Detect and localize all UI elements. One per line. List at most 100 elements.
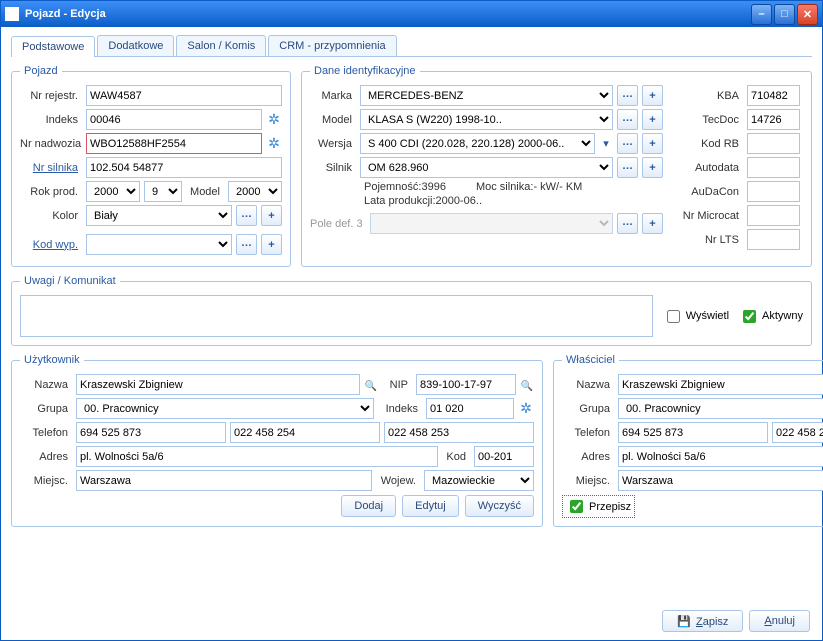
model-label: Model bbox=[310, 114, 356, 126]
marka-select[interactable]: MERCEDES-BENZ bbox=[360, 85, 613, 106]
minimize-button[interactable]: – bbox=[751, 4, 772, 25]
kolor-lookup-button[interactable] bbox=[236, 205, 257, 226]
zapisz-button[interactable]: 💾 Zapisz bbox=[662, 610, 743, 632]
save-icon: 💾 bbox=[677, 616, 691, 628]
nr-silnika-input[interactable] bbox=[86, 157, 282, 178]
user-grupa-select[interactable]: 00. Pracownicy bbox=[76, 398, 374, 419]
user-tel3-input[interactable] bbox=[384, 422, 534, 443]
marka-lookup-button[interactable] bbox=[617, 85, 638, 106]
owner-tel1-input[interactable] bbox=[618, 422, 768, 443]
audacon-input[interactable] bbox=[747, 181, 800, 202]
kolor-label: Kolor bbox=[20, 210, 82, 222]
owner-adres-label: Adres bbox=[562, 451, 614, 463]
owner-tel2-input[interactable] bbox=[772, 422, 823, 443]
pojemnosc-value: 3996 bbox=[421, 181, 445, 193]
tecdoc-input[interactable] bbox=[747, 109, 800, 130]
pojazd-group: Pojazd Nr rejestr. Indeks Nr nadwozia Nr… bbox=[11, 65, 291, 267]
user-adres-input[interactable] bbox=[76, 446, 438, 467]
user-kod-input[interactable] bbox=[474, 446, 534, 467]
tab-podstawowe[interactable]: Podstawowe bbox=[11, 36, 95, 57]
kodrb-input[interactable] bbox=[747, 133, 800, 154]
wersja-dropdown-icon[interactable]: ▾ bbox=[599, 137, 613, 150]
kolor-add-button[interactable] bbox=[261, 205, 282, 226]
nr-rejestr-input[interactable] bbox=[86, 85, 282, 106]
gear-icon[interactable] bbox=[518, 401, 534, 417]
tecdoc-label: TecDoc bbox=[671, 114, 743, 126]
user-edytuj-button[interactable]: Edytuj bbox=[402, 495, 459, 517]
model-add-button[interactable] bbox=[642, 109, 663, 130]
kodrb-label: Kod RB bbox=[671, 138, 743, 150]
user-tel2-input[interactable] bbox=[230, 422, 380, 443]
lts-label: Nr LTS bbox=[671, 234, 743, 246]
aktywny-checkbox[interactable]: Aktywny bbox=[739, 307, 803, 326]
anuluj-button[interactable]: Anuluj bbox=[749, 610, 810, 632]
user-nazwa-label: Nazwa bbox=[20, 379, 72, 391]
user-nazwa-input[interactable] bbox=[76, 374, 360, 395]
user-nip-input[interactable] bbox=[416, 374, 516, 395]
owner-adres-input[interactable] bbox=[618, 446, 823, 467]
close-button[interactable]: ✕ bbox=[797, 4, 818, 25]
tab-dodatkowe[interactable]: Dodatkowe bbox=[97, 35, 174, 56]
przepisz-checkbox[interactable]: Przepisz bbox=[562, 495, 635, 518]
poledef3-select bbox=[370, 213, 613, 234]
maximize-button[interactable]: □ bbox=[774, 4, 795, 25]
model-select[interactable]: KLASA S (W220) 1998-10.. bbox=[360, 109, 613, 130]
microcat-input[interactable] bbox=[747, 205, 800, 226]
nr-silnika-label[interactable]: Nr silnika bbox=[20, 162, 82, 174]
lata-value: 2000-06.. bbox=[436, 195, 482, 207]
lts-input[interactable] bbox=[747, 229, 800, 250]
kod-wyp-add-button[interactable] bbox=[261, 234, 282, 255]
user-indeks-input[interactable] bbox=[426, 398, 514, 419]
rok-prod-select[interactable]: 2000 bbox=[86, 181, 140, 202]
kba-input[interactable] bbox=[747, 85, 800, 106]
kod-wyp-lookup-button[interactable] bbox=[236, 234, 257, 255]
model-lookup-button[interactable] bbox=[617, 109, 638, 130]
user-wyczysc-button[interactable]: Wyczyść bbox=[465, 495, 534, 517]
model-year-label: Model bbox=[186, 186, 224, 198]
user-miejsc-input[interactable] bbox=[76, 470, 372, 491]
poledef3-add-button[interactable] bbox=[642, 213, 663, 234]
kolor-select[interactable]: Biały bbox=[86, 205, 232, 226]
wyswietl-checkbox[interactable]: Wyświetl bbox=[663, 307, 729, 326]
nr-nadwozia-label: Nr nadwozia bbox=[20, 138, 82, 150]
autodata-input[interactable] bbox=[747, 157, 800, 178]
kod-wyp-select[interactable] bbox=[86, 234, 232, 255]
user-tel1-input[interactable] bbox=[76, 422, 226, 443]
owner-nazwa-input[interactable] bbox=[618, 374, 823, 395]
ident-group: Dane identyfikacyjne Marka MERCEDES-BENZ… bbox=[301, 65, 812, 267]
poledef3-lookup-button[interactable] bbox=[617, 213, 638, 234]
poledef3-label: Pole def. 3 bbox=[310, 218, 366, 230]
user-telefon-label: Telefon bbox=[20, 427, 72, 439]
tab-salon-komis[interactable]: Salon / Komis bbox=[176, 35, 266, 56]
marka-add-button[interactable] bbox=[642, 85, 663, 106]
silnik-lookup-button[interactable] bbox=[617, 157, 638, 178]
autodata-label: Autodata bbox=[671, 162, 743, 174]
silnik-select[interactable]: OM 628.960 bbox=[360, 157, 613, 178]
gear-icon[interactable] bbox=[266, 136, 282, 152]
wersja-add-button[interactable] bbox=[642, 133, 663, 154]
indeks-label: Indeks bbox=[20, 114, 82, 126]
silnik-add-button[interactable] bbox=[642, 157, 663, 178]
audacon-label: AuDaCon bbox=[671, 186, 743, 198]
nr-nadwozia-input[interactable] bbox=[86, 133, 262, 154]
indeks-input[interactable] bbox=[86, 109, 262, 130]
nr-rejestr-label: Nr rejestr. bbox=[20, 90, 82, 102]
wersja-select[interactable]: S 400 CDI (220.028, 220.128) 2000-06.. bbox=[360, 133, 595, 154]
ident-legend: Dane identyfikacyjne bbox=[310, 65, 420, 77]
search-icon[interactable] bbox=[520, 378, 534, 392]
wersja-lookup-button[interactable] bbox=[617, 133, 638, 154]
model-year-select[interactable]: 2000 bbox=[228, 181, 282, 202]
gear-icon[interactable] bbox=[266, 112, 282, 128]
user-legend: Użytkownik bbox=[20, 354, 84, 366]
user-nip-label: NIP bbox=[382, 379, 412, 391]
uwagi-textarea[interactable] bbox=[20, 295, 653, 337]
user-wojew-select[interactable]: Mazowieckie bbox=[424, 470, 534, 491]
rok-prod-month-select[interactable]: 9 bbox=[144, 181, 182, 202]
user-dodaj-button[interactable]: Dodaj bbox=[341, 495, 396, 517]
owner-miejsc-input[interactable] bbox=[618, 470, 823, 491]
owner-grupa-select[interactable]: 00. Pracownicy bbox=[618, 398, 823, 419]
tab-crm[interactable]: CRM - przypomnienia bbox=[268, 35, 396, 56]
search-icon[interactable] bbox=[364, 378, 378, 392]
uwagi-legend: Uwagi / Komunikat bbox=[20, 275, 120, 287]
kod-wyp-label[interactable]: Kod wyp. bbox=[20, 239, 82, 251]
